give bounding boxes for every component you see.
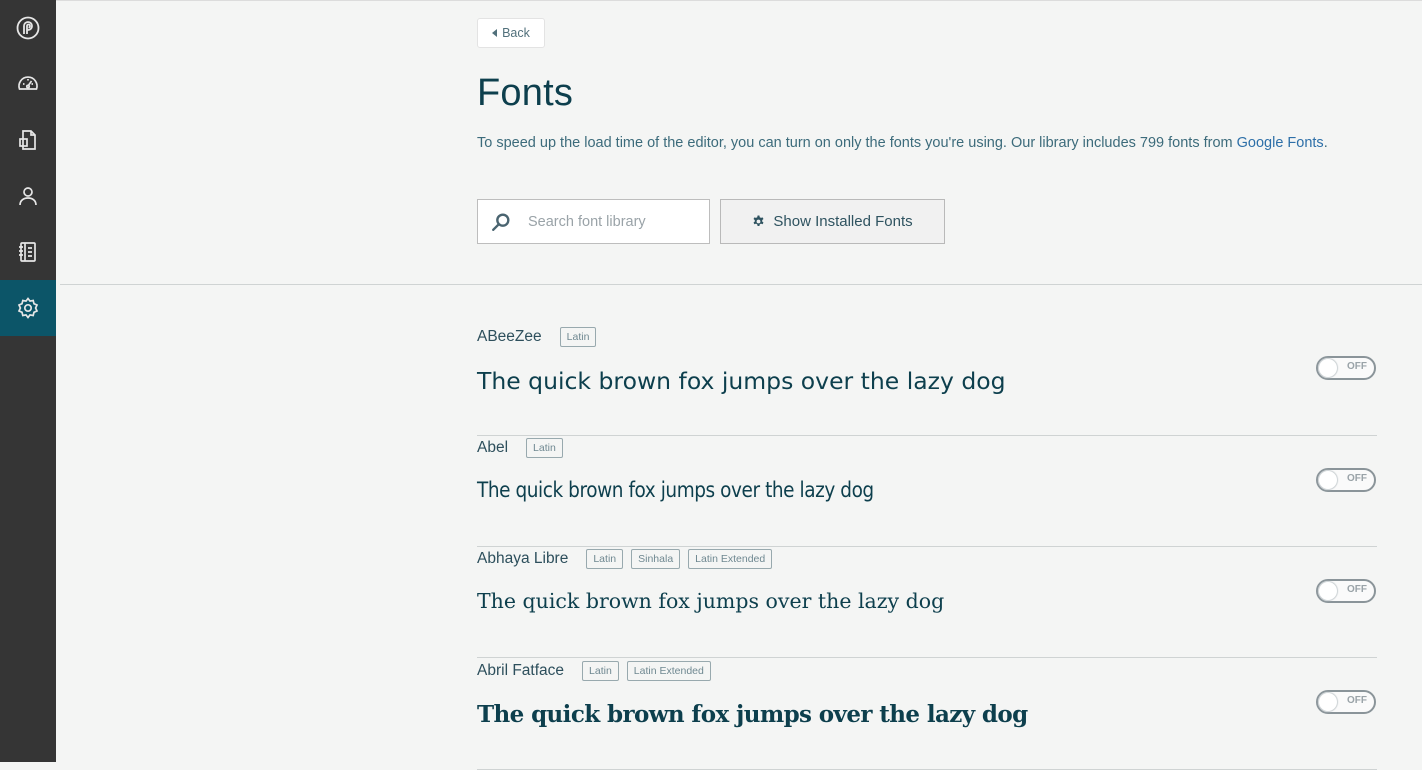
search-icon <box>492 212 510 231</box>
font-name-line: Abel Latin <box>477 436 571 460</box>
search-box[interactable] <box>477 199 710 244</box>
caret-left-icon <box>492 29 498 37</box>
script-tag: Latin <box>582 661 619 681</box>
font-name-line: Abhaya Libre Latin Sinhala Latin Extende… <box>477 547 780 571</box>
sidebar-item-dashboard[interactable] <box>0 56 56 112</box>
toggle-label: OFF <box>1347 473 1367 484</box>
font-toggle[interactable]: OFF <box>1316 690 1376 714</box>
page-title: Fonts <box>477 72 574 114</box>
toggle-label: OFF <box>1347 695 1367 706</box>
font-name-line: ABeeZee Latin <box>477 325 604 349</box>
font-sample: The quick brown fox jumps over the lazy … <box>477 367 1006 395</box>
document-icon <box>19 130 36 150</box>
font-sample: The quick brown fox jumps over the lazy … <box>477 478 874 502</box>
show-installed-fonts-button[interactable]: Show Installed Fonts <box>720 199 945 244</box>
back-button[interactable]: Back <box>477 18 545 48</box>
font-name: Abel <box>477 439 509 456</box>
sidebar-item-settings[interactable] <box>0 280 56 336</box>
speedometer-icon <box>18 76 38 90</box>
toggle-label: OFF <box>1347 361 1367 372</box>
section-divider <box>60 284 1422 285</box>
font-toggle[interactable]: OFF <box>1316 356 1376 380</box>
sidebar-item-guide[interactable] <box>0 224 56 280</box>
intro-text: To speed up the load time of the editor,… <box>477 131 1357 155</box>
user-icon <box>19 187 37 206</box>
google-fonts-link[interactable]: Google Fonts <box>1237 135 1324 151</box>
notebook-icon <box>19 242 36 262</box>
font-row-abril-fatface: Abril Fatface Latin Latin Extended The q… <box>477 659 1377 770</box>
toggle-knob <box>1319 359 1337 377</box>
back-label: Back <box>502 26 530 40</box>
intro-end: . <box>1323 135 1328 151</box>
pagecloud-logo-icon[interactable] <box>0 0 56 56</box>
toggle-knob <box>1319 582 1337 600</box>
font-name-line: Abril Fatface Latin Latin Extended <box>477 659 719 683</box>
font-name: Abril Fatface <box>477 662 565 679</box>
show-installed-label: Show Installed Fonts <box>773 213 913 230</box>
top-border <box>56 0 1422 1</box>
font-name: ABeeZee <box>477 328 542 345</box>
script-tag: Latin Extended <box>688 549 773 569</box>
sidebar-item-account[interactable] <box>0 168 56 224</box>
font-sample: The quick brown fox jumps over the lazy … <box>477 701 1028 728</box>
font-sample: The quick brown fox jumps over the lazy … <box>477 589 945 613</box>
font-row-abeezee: ABeeZee Latin The quick brown fox jumps … <box>477 325 1377 436</box>
toggle-knob <box>1319 693 1337 711</box>
script-tag: Latin Extended <box>626 661 711 681</box>
script-tag: Latin <box>559 327 597 347</box>
font-name: Abhaya Libre <box>477 550 569 567</box>
script-tag: Latin <box>526 438 563 458</box>
font-row-abhaya-libre: Abhaya Libre Latin Sinhala Latin Extende… <box>477 547 1377 658</box>
toggle-label: OFF <box>1347 584 1367 595</box>
intro-body: To speed up the load time of the editor,… <box>477 135 1237 151</box>
sidebar <box>0 0 56 762</box>
script-tag: Sinhala <box>631 549 681 569</box>
script-tag: Latin <box>586 549 624 569</box>
gear-icon <box>17 297 39 319</box>
gear-icon <box>753 215 764 227</box>
font-row-abel: Abel Latin The quick brown fox jumps ove… <box>477 436 1377 547</box>
sidebar-item-pages[interactable] <box>0 112 56 168</box>
font-toggle[interactable]: OFF <box>1316 468 1376 492</box>
toggle-knob <box>1319 471 1337 489</box>
search-input[interactable] <box>528 213 698 230</box>
font-toggle[interactable]: OFF <box>1316 579 1376 603</box>
